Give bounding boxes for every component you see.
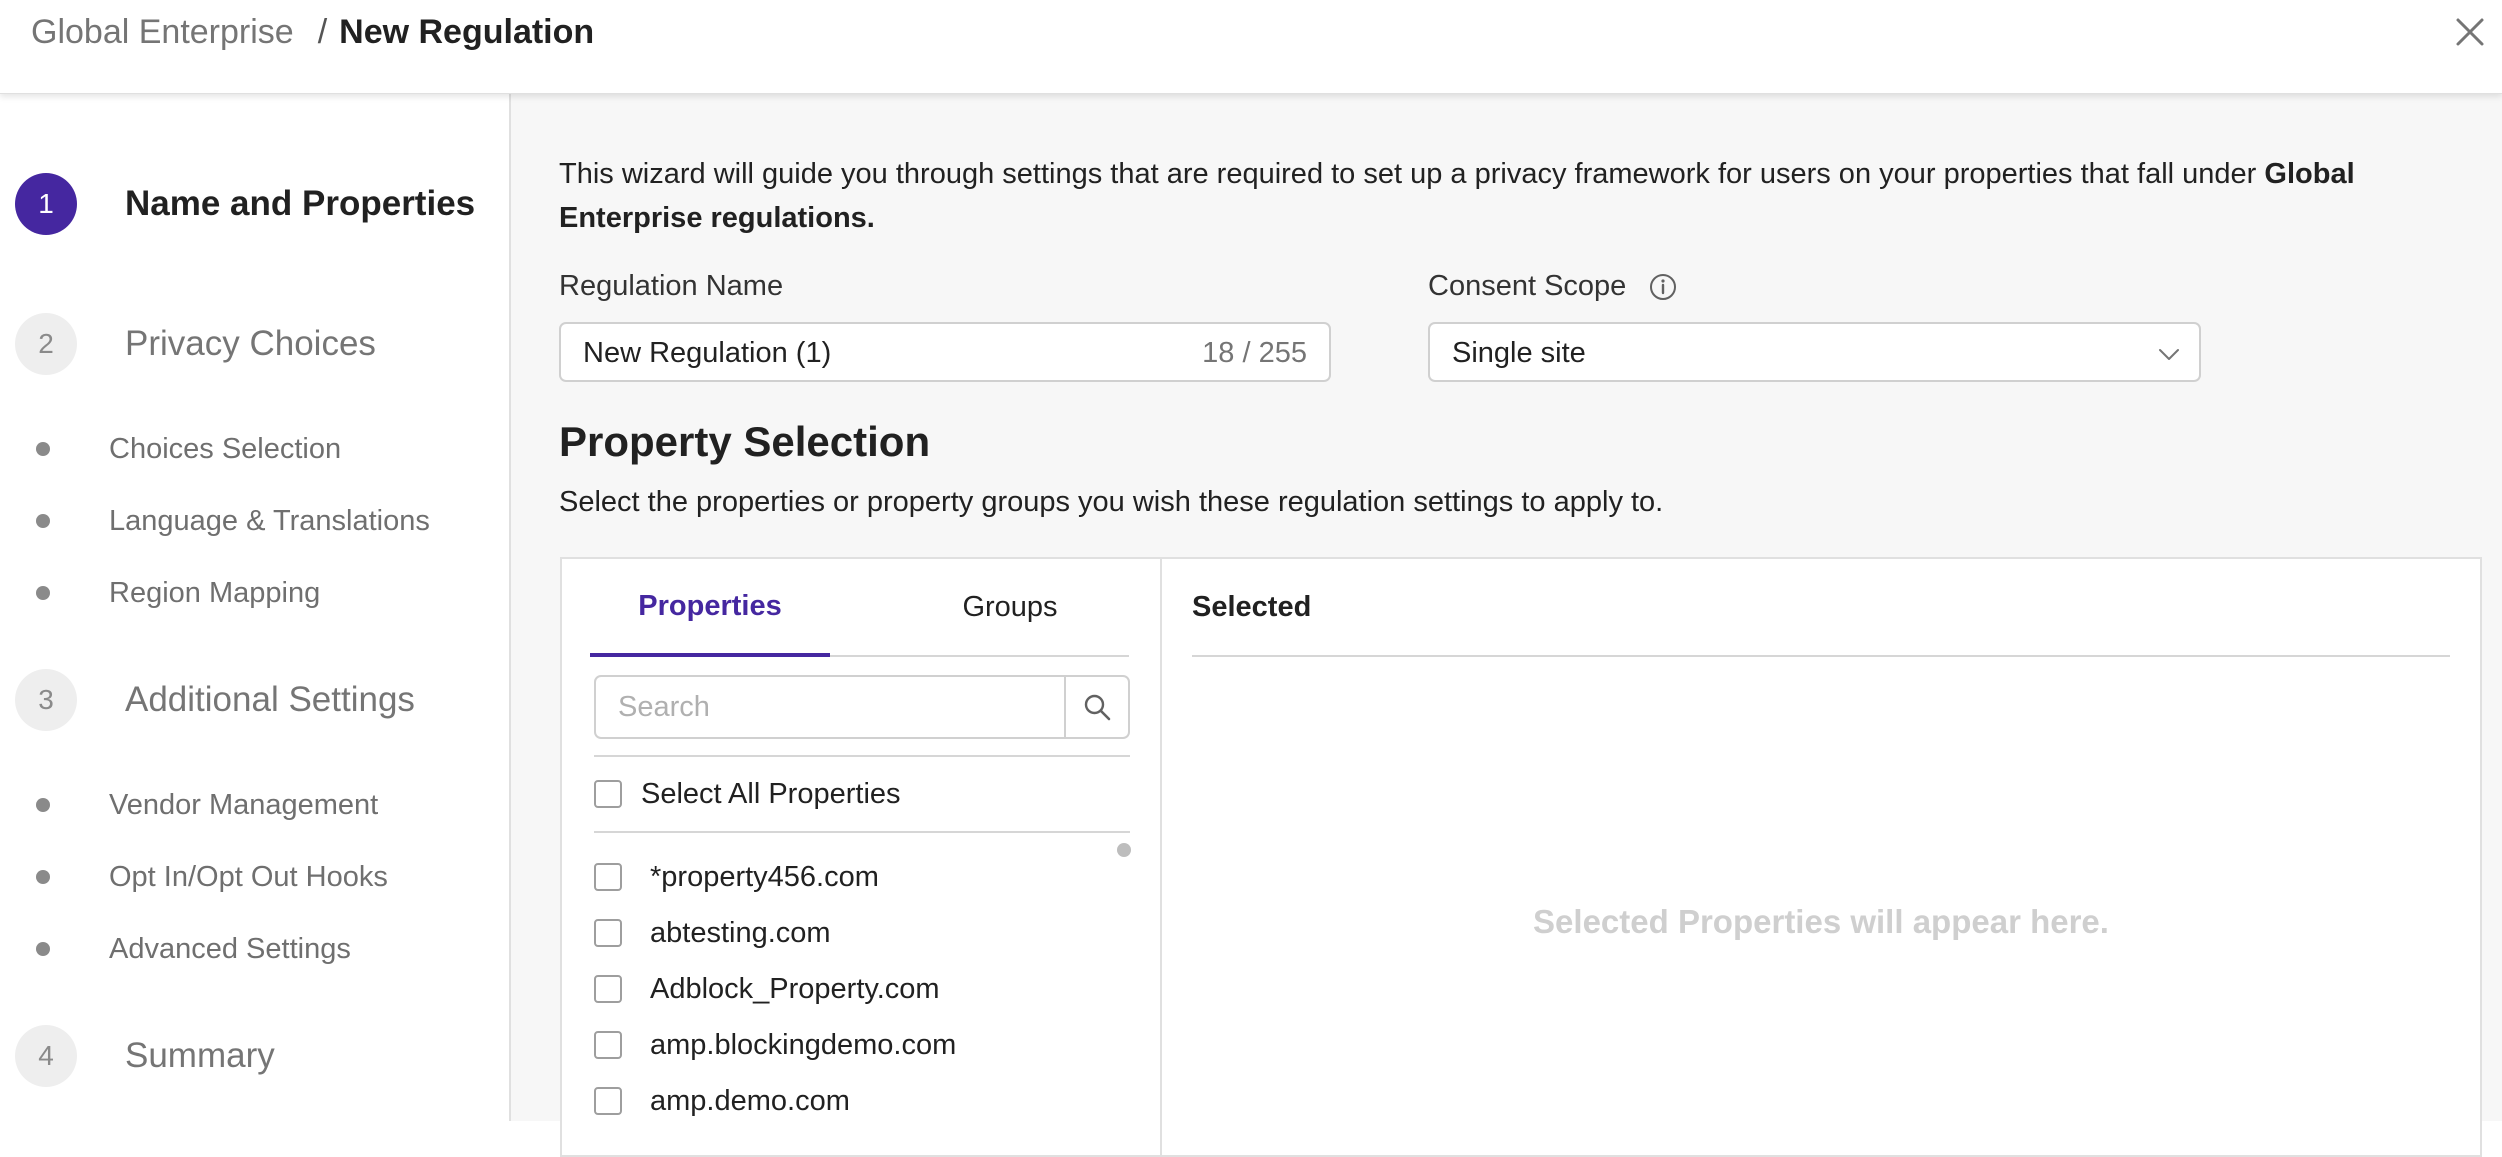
chevron-down-icon [2159, 349, 2179, 360]
substep-language-translations[interactable]: Language & Translations [36, 501, 430, 541]
substep-label: Opt In/Opt Out Hooks [109, 860, 388, 893]
selected-empty-state: Selected Properties will appear here. [1533, 903, 2109, 940]
list-item[interactable]: *property456.com [594, 849, 1130, 905]
step-number: 3 [15, 669, 77, 731]
available-properties-pane: Properties Groups Select All Properties [562, 559, 1162, 1155]
select-all-label: Select All Properties [641, 777, 901, 810]
wizard-sidebar: 1 Name and Properties 2 Privacy Choices … [0, 94, 511, 1121]
wizard-intro: This wizard will guide you through setti… [559, 152, 2489, 240]
list-item[interactable]: amp.blockingdemo.com [594, 1017, 1130, 1073]
property-checkbox[interactable] [594, 1031, 622, 1059]
step-label: Name and Properties [125, 184, 476, 223]
breadcrumb: Global Enterprise / New Regulation [31, 10, 594, 54]
step-name-and-properties[interactable]: 1 Name and Properties [15, 172, 475, 236]
step-label: Privacy Choices [125, 324, 376, 363]
tab-properties[interactable]: Properties [590, 559, 830, 657]
property-selection-title: Property Selection [559, 418, 931, 465]
tab-groups[interactable]: Groups [890, 559, 1130, 655]
property-label: Adblock_Property.com [650, 972, 940, 1005]
search-input[interactable] [596, 677, 1066, 737]
bullet-icon [36, 514, 50, 528]
property-checkbox[interactable] [594, 1087, 622, 1115]
property-list: *property456.com abtesting.com Adblock_P… [594, 849, 1130, 1129]
step-number: 1 [15, 173, 77, 235]
step-additional-settings[interactable]: 3 Additional Settings [15, 668, 415, 732]
substep-vendor-management[interactable]: Vendor Management [36, 785, 378, 825]
substep-label: Choices Selection [109, 432, 342, 465]
bullet-icon [36, 942, 50, 956]
substep-opt-in-opt-out-hooks[interactable]: Opt In/Opt Out Hooks [36, 857, 388, 897]
regulation-name-label: Regulation Name [559, 270, 784, 302]
bullet-icon [36, 442, 50, 456]
selected-properties-pane: Selected Selected Properties will appear… [1162, 559, 2480, 1155]
step-privacy-choices[interactable]: 2 Privacy Choices [15, 312, 376, 376]
substep-label: Region Mapping [109, 576, 321, 609]
property-label: amp.demo.com [650, 1084, 850, 1117]
close-button[interactable] [2452, 14, 2488, 50]
property-label: amp.blockingdemo.com [650, 1028, 957, 1061]
bullet-icon [36, 586, 50, 600]
bullet-icon [36, 798, 50, 812]
substep-choices-selection[interactable]: Choices Selection [36, 429, 341, 469]
breadcrumb-root[interactable]: Global Enterprise [31, 13, 294, 51]
breadcrumb-separator: / [317, 13, 328, 51]
property-label: *property456.com [650, 860, 879, 893]
regulation-name-input[interactable]: New Regulation (1) 18 / 255 [559, 322, 1331, 382]
main-content: This wizard will guide you through setti… [511, 94, 2502, 1157]
property-label: abtesting.com [650, 916, 831, 949]
step-number: 2 [15, 313, 77, 375]
step-summary[interactable]: 4 Summary [15, 1024, 275, 1088]
substep-label: Vendor Management [109, 788, 379, 821]
intro-text: This wizard will guide you through setti… [559, 158, 2265, 190]
substep-label: Language & Translations [109, 504, 430, 537]
char-counter: 18 / 255 [1202, 337, 1307, 369]
property-checkbox[interactable] [594, 863, 622, 891]
step-number: 4 [15, 1025, 77, 1087]
search-button[interactable] [1064, 677, 1128, 737]
substep-region-mapping[interactable]: Region Mapping [36, 573, 320, 613]
substep-label: Advanced Settings [109, 932, 351, 965]
consent-scope-select[interactable]: Single site [1428, 322, 2201, 382]
consent-scope-label-wrap: Consent Scope [1428, 270, 1678, 303]
substep-advanced-settings[interactable]: Advanced Settings [36, 929, 351, 969]
property-search [594, 675, 1130, 739]
list-item[interactable]: Adblock_Property.com [594, 961, 1130, 1017]
top-header: Global Enterprise / New Regulation [0, 0, 2502, 94]
property-selection-description: Select the properties or property groups… [559, 486, 1664, 518]
select-all-checkbox[interactable] [594, 780, 622, 808]
regulation-name-value: New Regulation (1) [583, 337, 832, 369]
breadcrumb-current: New Regulation [339, 13, 595, 51]
property-checkbox[interactable] [594, 975, 622, 1003]
consent-scope-label: Consent Scope [1428, 270, 1627, 302]
close-icon [2456, 18, 2484, 46]
step-label: Summary [125, 1036, 275, 1075]
search-icon [1084, 694, 1111, 721]
list-item[interactable]: abtesting.com [594, 905, 1130, 961]
select-all-row[interactable]: Select All Properties [594, 755, 1130, 833]
step-label: Additional Settings [125, 680, 415, 719]
property-checkbox[interactable] [594, 919, 622, 947]
property-tabs: Properties Groups [590, 559, 1129, 657]
info-icon[interactable] [1648, 272, 1678, 302]
selected-header: Selected [1192, 559, 2450, 657]
property-selection-panel: Properties Groups Select All Properties [560, 557, 2482, 1157]
consent-scope-value: Single site [1452, 337, 1586, 369]
bullet-icon [36, 870, 50, 884]
